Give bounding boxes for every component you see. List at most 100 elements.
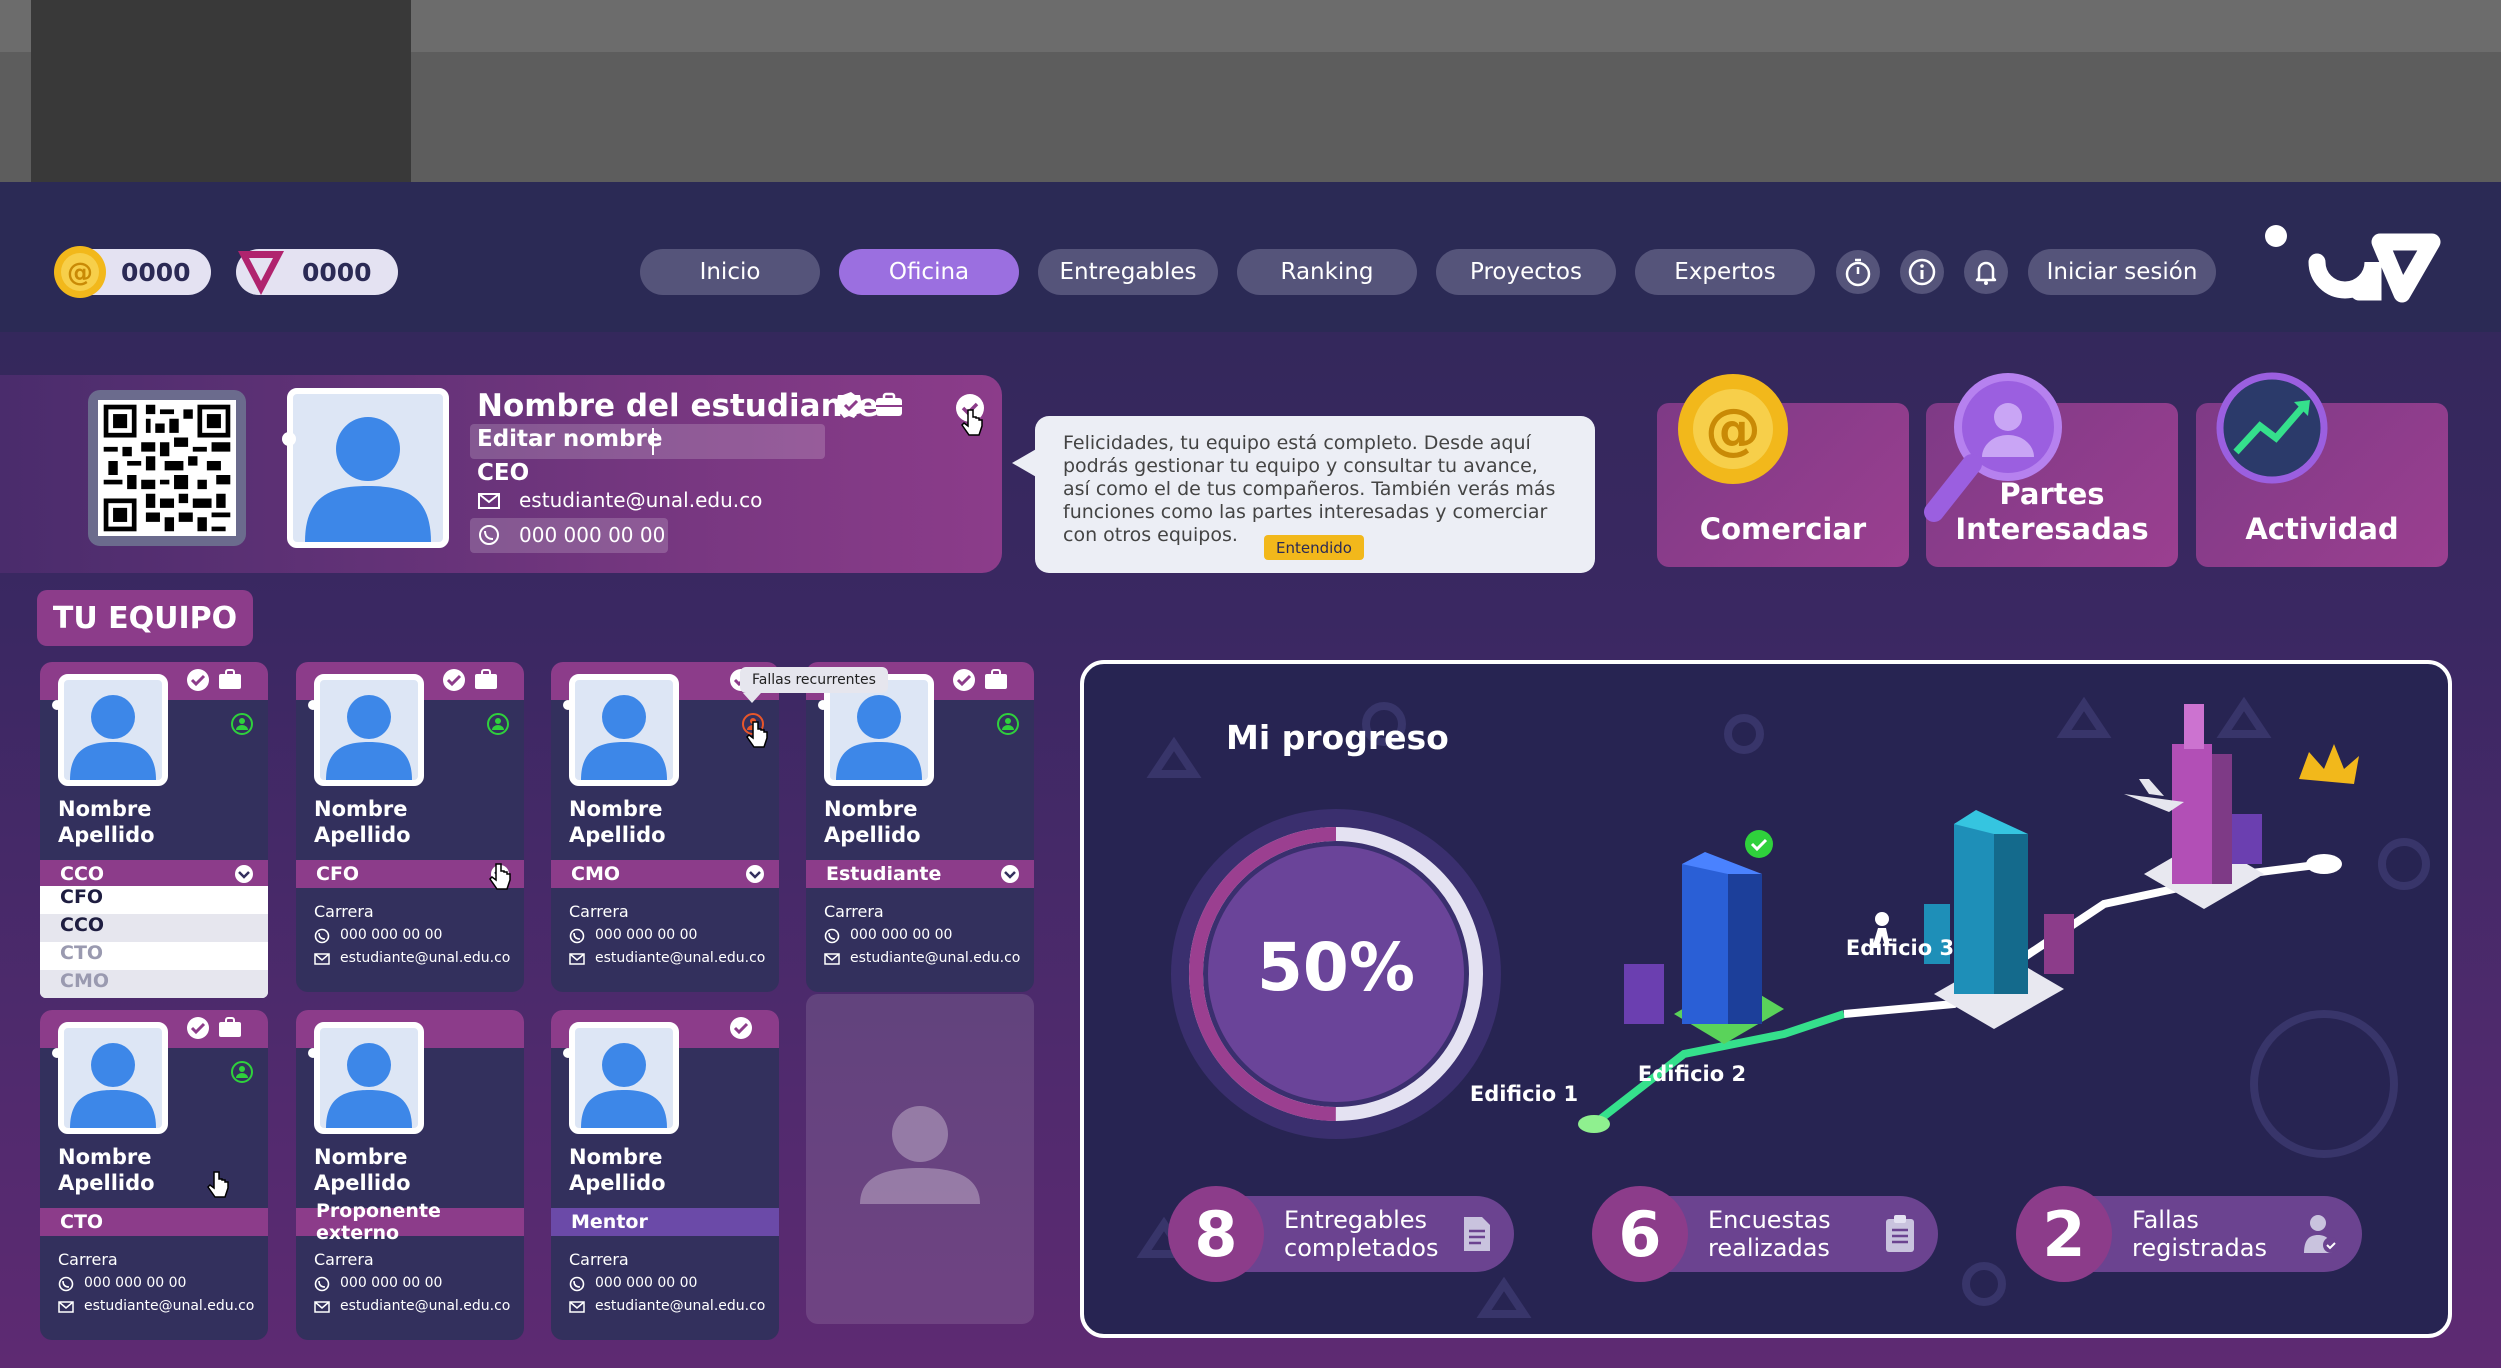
notifications-button[interactable] [1964, 250, 2008, 294]
whatsapp-icon [314, 928, 330, 944]
dropdown-option-cmo[interactable]: CMO [40, 970, 268, 998]
team-member-card[interactable]: Nombre Apellido Estudiante Carrera 000 000 0… [806, 662, 1034, 992]
member-phone: 000 000 00 00 [850, 927, 953, 943]
member-status-icon[interactable] [486, 712, 510, 736]
member-phone: 000 000 00 00 [84, 1275, 187, 1291]
timer-button[interactable] [1836, 250, 1880, 294]
member-status-icon[interactable] [230, 1060, 254, 1084]
avatar-icon [70, 695, 156, 780]
member-last-name: Apellido [569, 1171, 666, 1195]
info-button[interactable] [1900, 250, 1944, 294]
member-career: Carrera [824, 902, 884, 921]
member-status-icon[interactable] [996, 712, 1020, 736]
avatar-icon [326, 1043, 412, 1128]
member-first-name: Nombre [569, 1145, 663, 1169]
member-last-name: Apellido [58, 823, 155, 847]
coin-counter-v[interactable]: 0000 [236, 249, 398, 295]
nav-expertos[interactable]: Expertos [1635, 249, 1815, 295]
nav-proyectos[interactable]: Proyectos [1436, 249, 1616, 295]
member-phone: 000 000 00 00 [595, 1275, 698, 1291]
member-photo [569, 674, 679, 786]
avatar-icon [581, 695, 667, 780]
member-first-name: Nombre [314, 797, 408, 821]
member-name: Nombre Apellido [314, 796, 411, 848]
info-icon [1908, 258, 1936, 286]
document-icon [1464, 1217, 1490, 1251]
qr-code[interactable] [88, 390, 246, 546]
dropdown-option-cfo[interactable]: CFO [40, 886, 268, 914]
whatsapp-icon [569, 928, 585, 944]
role-dropdown-menu: CFO CCO CTO CMO [40, 886, 268, 998]
member-role-label: CFO [316, 863, 360, 885]
member-role-label: Proponente externo [316, 1200, 441, 1244]
building-2-icon [1924, 810, 2074, 1029]
dropdown-option-cto[interactable]: CTO [40, 942, 268, 970]
member-email: estudiante@unal.edu.co [595, 1298, 766, 1314]
briefcase-icon [219, 669, 241, 689]
chevron-down-icon[interactable] [1000, 864, 1020, 884]
nav-ranking[interactable]: Ranking [1237, 249, 1417, 295]
briefcase-icon [475, 669, 497, 689]
member-role-label: CTO [60, 1211, 104, 1233]
building-2-label: Edificio 2 [1637, 1062, 1747, 1086]
member-role: Proponente externo [296, 1200, 524, 1244]
coin-a-value: 0000 [121, 257, 191, 287]
member-photo [314, 674, 424, 786]
whatsapp-icon [58, 1276, 74, 1292]
profile-photo[interactable] [287, 388, 449, 548]
member-email: estudiante@unal.edu.co [84, 1298, 255, 1314]
stat-deliverables-value: 8 [1168, 1186, 1264, 1282]
team-member-card[interactable]: Nombre Apellido CFO Carrera 000 000 00 00 est… [296, 662, 524, 992]
chevron-down-icon[interactable] [745, 864, 765, 884]
login-button[interactable]: Iniciar sesión [2028, 249, 2216, 295]
member-first-name: Nombre [824, 797, 918, 821]
nav-entregables[interactable]: Entregables [1038, 249, 1218, 295]
whatsapp-icon [479, 525, 499, 545]
progress-title: Mi progreso [1226, 718, 1449, 757]
dropdown-option-cco[interactable]: CCO [40, 914, 268, 942]
member-role[interactable]: CCO [40, 860, 268, 888]
avatar-icon [581, 1043, 667, 1128]
nav-oficina[interactable]: Oficina [839, 249, 1019, 295]
nav-inicio[interactable]: Inicio [640, 249, 820, 295]
tooltip-ok-button[interactable]: Entendido [1264, 535, 1364, 560]
member-first-name: Nombre [569, 797, 663, 821]
chevron-down-icon[interactable] [234, 864, 254, 884]
member-name: Nombre Apellido [58, 1144, 155, 1196]
member-status-icon[interactable] [230, 712, 254, 736]
avatar-icon [836, 695, 922, 780]
team-member-card[interactable]: Nombre Apellido Proponente externo Carrera 0… [296, 1010, 524, 1340]
member-phone: 000 000 00 00 [340, 927, 443, 943]
member-career: Carrera [314, 902, 374, 921]
building-1-label: Edificio 1 [1469, 1082, 1579, 1106]
empty-member-slot[interactable] [806, 994, 1034, 1324]
team-member-card[interactable]: Nombre Apellido CMO Carrera 000 000 00 00 est… [551, 662, 779, 992]
progress-percent: 50% [1257, 929, 1415, 1006]
verified-icon [187, 669, 209, 691]
team-member-card[interactable]: Nombre Apellido CTO Carrera 000 000 00 00 est… [40, 1010, 268, 1340]
pointer-cursor-icon [746, 721, 768, 748]
magnifier-people-icon [1924, 373, 2062, 522]
profile-dot [282, 432, 296, 446]
coin-counter-a[interactable]: @ 0000 [54, 246, 211, 298]
team-member-card[interactable]: Nombre Apellido Mentor Carrera 000 000 00 00… [551, 1010, 779, 1340]
edit-name-input[interactable]: Editar nombre [477, 426, 662, 452]
stat-surveys: 6 Encuestas realizadas [1592, 1186, 1938, 1282]
email-icon [58, 1301, 74, 1313]
member-role[interactable]: CMO [551, 860, 779, 888]
verified-icon [953, 669, 975, 691]
whatsapp-icon [569, 1276, 585, 1292]
email-icon [569, 1301, 585, 1313]
email-icon [569, 953, 585, 965]
avatar-icon [326, 695, 412, 780]
member-last-name: Apellido [824, 823, 921, 847]
profile-role: CEO [477, 460, 530, 486]
member-role[interactable]: Estudiante [806, 860, 1034, 888]
bell-icon [1975, 261, 1997, 285]
failures-tooltip-arrow [743, 693, 761, 703]
member-last-name: Apellido [314, 1171, 411, 1195]
qr-code-icon [98, 400, 236, 536]
user-check-icon [2304, 1215, 2339, 1253]
member-role-label: CCO [60, 863, 105, 885]
stat-surveys-label-2: realizadas [1708, 1234, 1830, 1262]
